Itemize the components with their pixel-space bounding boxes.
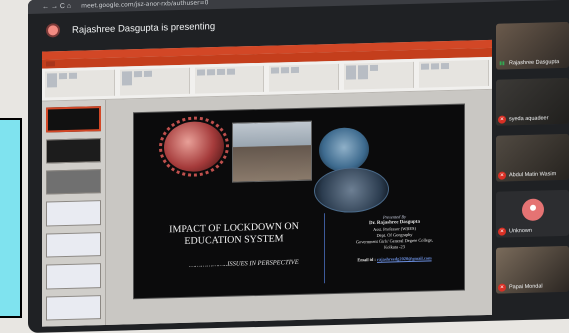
slide-thumbnail[interactable]	[46, 169, 101, 195]
mic-off-icon: ✕	[498, 227, 506, 236]
email-value[interactable]: rajashreedg2020@gmail.com	[377, 255, 432, 261]
participant-tile[interactable]: ▮▮ Rajashree Dasgupta	[496, 21, 569, 70]
student-image	[319, 127, 369, 173]
powerpoint-body: IMPACT OF LOCKDOWN ON EDUCATION SYSTEM ……	[42, 89, 492, 327]
side-window-panel	[0, 118, 22, 318]
tab-transitions[interactable]	[91, 60, 92, 65]
email-label: Email id :	[357, 256, 376, 263]
underline-icon[interactable]	[216, 68, 225, 76]
reset-icon[interactable]	[143, 70, 152, 77]
new-slide-icon[interactable]	[121, 71, 132, 86]
presenter-block: Presented By Dr. Rajashree Dasgupta Asst…	[332, 213, 457, 264]
slide-thumbnail[interactable]	[46, 263, 101, 290]
browser-nav-buttons[interactable]: ← → C ⌂	[42, 2, 71, 10]
participant-tile[interactable]: ✕ Unknown	[496, 189, 569, 238]
ribbon-group-editing	[419, 59, 489, 88]
slide-thumbnail[interactable]	[46, 200, 101, 227]
slide-title: IMPACT OF LOCKDOWN ON EDUCATION SYSTEM	[154, 221, 314, 249]
bold-icon[interactable]	[196, 69, 205, 76]
tab-review[interactable]	[119, 60, 120, 65]
address-bar[interactable]: meet.google.com/jsz-anor-rxb/authuser=0	[81, 0, 208, 9]
tab-animations[interactable]	[100, 60, 101, 65]
ribbon-group-drawing	[344, 61, 415, 90]
presenter-icon	[46, 23, 60, 38]
ribbon-group-slides	[119, 67, 190, 96]
classroom-image	[232, 120, 312, 183]
slide-thumbnails	[42, 99, 106, 327]
participant-tile[interactable]: ✕ Abdul Matin Wasim	[496, 133, 569, 182]
slide-canvas-area: IMPACT OF LOCKDOWN ON EDUCATION SYSTEM ……	[106, 89, 492, 325]
coronavirus-image	[164, 120, 224, 173]
slide-divider	[324, 213, 325, 284]
meet-screen: ← → C ⌂ meet.google.com/jsz-anor-rxb/aut…	[28, 0, 569, 333]
arrange-icon[interactable]	[358, 65, 369, 80]
participant-tile[interactable]: ✕ Papai Mondal	[496, 245, 569, 294]
tab-design[interactable]	[82, 61, 83, 66]
tab-view[interactable]	[128, 59, 129, 64]
participant-tile[interactable]: ✕ syeda aquadeer	[496, 77, 569, 126]
tab-file[interactable]	[46, 61, 56, 67]
italic-icon[interactable]	[206, 69, 215, 76]
shapes-icon[interactable]	[346, 65, 357, 80]
tab-insert[interactable]	[73, 61, 74, 66]
slide-thumbnail[interactable]	[46, 294, 101, 321]
align-icon[interactable]	[291, 66, 300, 74]
ribbon-group-font	[194, 65, 265, 94]
mic-off-icon: ✕	[498, 171, 506, 180]
select-icon[interactable]	[441, 62, 450, 70]
participant-name: syeda aquadeer	[509, 115, 549, 123]
shared-presentation-window: IMPACT OF LOCKDOWN ON EDUCATION SYSTEM ……	[42, 39, 492, 327]
students-image	[314, 166, 389, 214]
email-line: Email id : rajashreedg2020@gmail.com	[332, 255, 457, 264]
slide-thumbnail[interactable]	[46, 231, 101, 258]
participant-name: Papai Mondal	[509, 283, 543, 291]
participant-name: Rajashree Dasgupta	[509, 59, 560, 67]
cut-icon[interactable]	[59, 72, 67, 80]
slide-thumbnail[interactable]	[46, 106, 101, 133]
slide-thumbnail[interactable]	[46, 137, 101, 164]
ribbon-group-clipboard	[45, 69, 115, 98]
participant-name: Abdul Matin Wasim	[509, 171, 557, 179]
copy-icon[interactable]	[69, 72, 77, 79]
ribbon-group-paragraph	[269, 63, 340, 92]
participant-name: Unknown	[509, 227, 532, 235]
find-icon[interactable]	[421, 63, 430, 70]
presenting-text: Rajashree Dasgupta is presenting	[72, 20, 216, 36]
shape-fill-icon[interactable]	[370, 64, 379, 72]
participant-sidebar: ▮▮ Rajashree Dasgupta ✕ syeda aquadeer ✕…	[496, 18, 569, 321]
mic-off-icon: ✕	[498, 115, 506, 124]
mic-off-icon: ✕	[498, 283, 506, 292]
slide-subtitle: ………………..ISSUES IN PERSPECTIVE	[189, 258, 299, 269]
replace-icon[interactable]	[431, 63, 440, 70]
tab-home[interactable]	[63, 61, 64, 66]
tab-slide-show[interactable]	[110, 60, 111, 65]
numbering-icon[interactable]	[281, 67, 290, 74]
bullets-icon[interactable]	[271, 67, 280, 74]
mic-on-icon: ▮▮	[499, 60, 505, 67]
current-slide[interactable]: IMPACT OF LOCKDOWN ON EDUCATION SYSTEM ……	[134, 104, 464, 299]
layout-icon[interactable]	[133, 71, 142, 78]
font-color-icon[interactable]	[226, 68, 235, 75]
paste-icon[interactable]	[47, 73, 57, 88]
default-avatar-icon	[522, 198, 544, 222]
